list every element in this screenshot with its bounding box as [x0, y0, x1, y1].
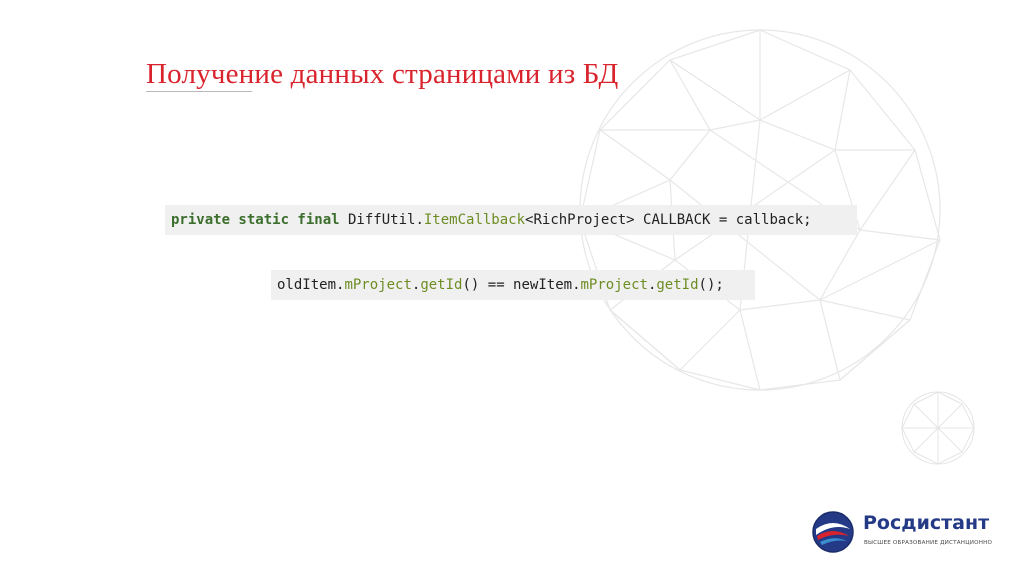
code-text: () == newItem — [462, 277, 573, 293]
code-dot: . — [572, 277, 581, 293]
rosdistant-logo: Росдистант ВЫСШЕЕ ОБРАЗОВАНИЕ ДИСТАНЦИОН… — [810, 509, 1000, 555]
code-member: mProject — [580, 277, 648, 293]
code-snippet-callback: private static final DiffUtil.ItemCallba… — [165, 205, 857, 235]
logo-tagline: ВЫСШЕЕ ОБРАЗОВАНИЕ ДИСТАНЦИОННО — [864, 540, 993, 546]
title-underline — [146, 91, 252, 92]
code-dot: . — [415, 212, 424, 228]
code-text: (); — [698, 277, 724, 293]
code-member: ItemCallback — [423, 212, 526, 228]
code-member: mProject — [344, 277, 412, 293]
code-text: <RichProject> CALLBACK = callback; — [525, 212, 812, 228]
code-text: DiffUtil — [339, 212, 416, 228]
code-member: getId — [656, 277, 699, 293]
code-snippet-compare: oldItem.mProject.getId() == newItem.mPro… — [271, 270, 755, 300]
slide-title: Получение данных страницами из БД — [146, 58, 619, 90]
rosdistant-emblem-icon — [812, 511, 854, 553]
slide-title-block: Получение данных страницами из БД — [146, 58, 619, 92]
logo-name: Росдистант — [863, 512, 990, 534]
code-text: oldItem — [277, 277, 337, 293]
code-member: getId — [420, 277, 463, 293]
code-keyword: private static final — [171, 212, 340, 228]
